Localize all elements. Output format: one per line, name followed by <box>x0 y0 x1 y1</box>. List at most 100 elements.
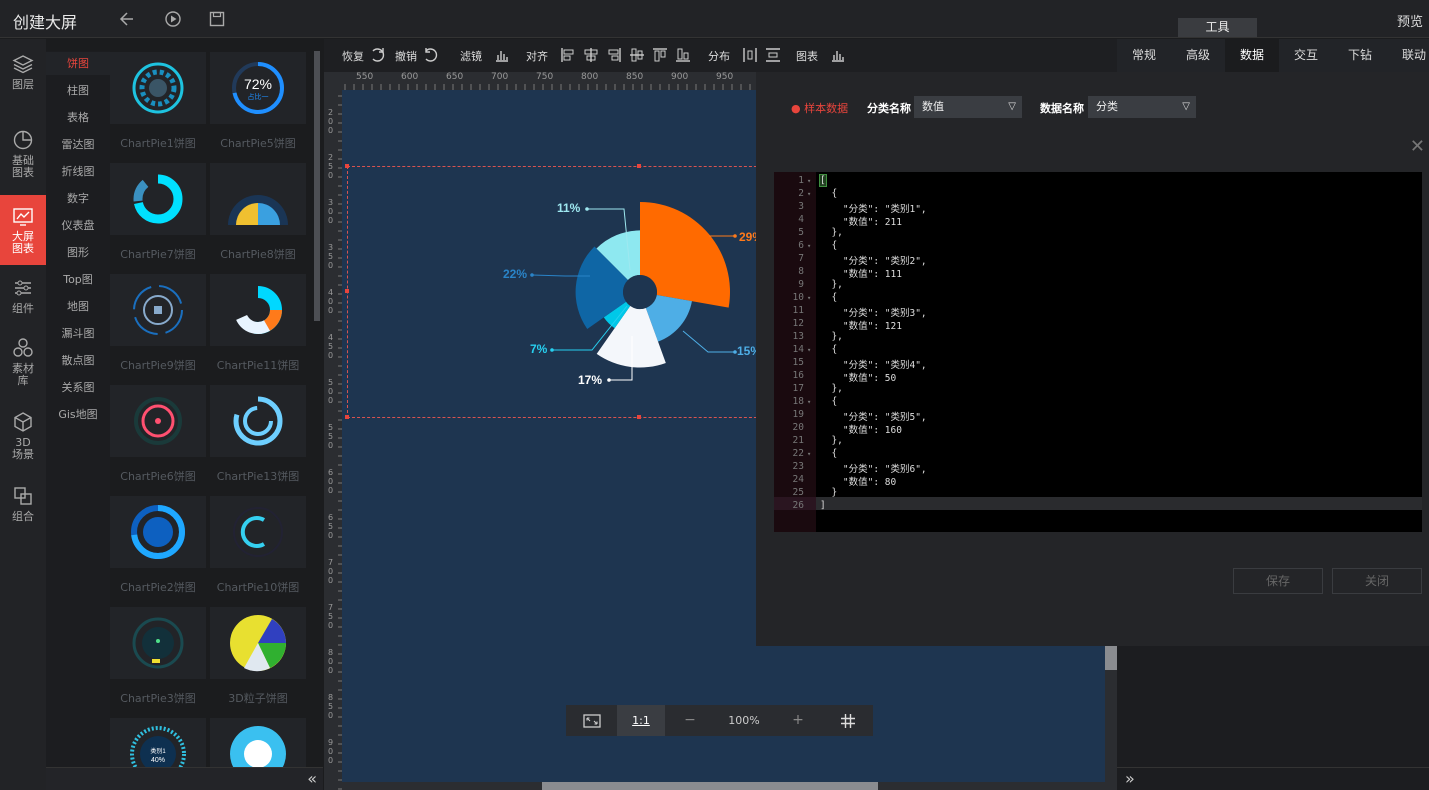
thumbnail-label[interactable]: ChartPie13饼图 <box>210 468 306 484</box>
chart-thumbnail[interactable] <box>210 274 306 346</box>
expand-right-icon[interactable]: » <box>1125 769 1135 788</box>
rose-pie-chart[interactable]: 11%22%7%17%15%29% <box>347 166 767 418</box>
scrollbar-knob[interactable] <box>314 51 320 321</box>
category-item[interactable]: 关系图 <box>46 376 110 399</box>
canvas-h-scrollbar[interactable] <box>342 782 1117 790</box>
align-top-icon[interactable] <box>652 47 668 63</box>
nav-3d-scene[interactable]: 3D 场景 <box>0 411 46 467</box>
chart-thumbnail[interactable] <box>210 163 306 235</box>
filter-button[interactable]: 滤镜 <box>460 48 482 64</box>
json-editor[interactable]: 1 ▾[2 ▾ {3 "分类": "类别1", 4 "数值": 211 5 }, 6 ▾ {… <box>774 172 1422 532</box>
grid-toggle-button[interactable] <box>823 705 873 736</box>
nav-material[interactable]: 素材库 <box>0 337 46 393</box>
thumbnail-label[interactable]: ChartPie3饼图 <box>110 690 206 706</box>
nav-components[interactable]: 组件 <box>0 277 46 321</box>
actual-size-button[interactable]: 1:1 <box>617 705 665 736</box>
chart-thumbnail[interactable] <box>110 496 206 568</box>
scrollbar-knob[interactable] <box>542 782 878 790</box>
thumbnail-label[interactable]: ChartPie11饼图 <box>210 357 306 373</box>
thumbnail-label[interactable]: ChartPie9饼图 <box>110 357 206 373</box>
property-tab[interactable]: 下钻 <box>1333 39 1387 72</box>
fold-arrow-icon[interactable]: ▾ <box>807 190 811 198</box>
property-tab[interactable]: 交互 <box>1279 39 1333 72</box>
category-name-select[interactable]: 数值 ▽ <box>914 96 1022 118</box>
chart-thumbnail[interactable]: 72% 占比一 <box>210 52 306 124</box>
category-item[interactable]: 雷达图 <box>46 133 110 156</box>
thumbnails-scrollbar[interactable] <box>312 51 322 767</box>
tools-tab[interactable]: 工具 <box>1178 18 1257 37</box>
thumbnail-label[interactable]: 3D粒子饼图 <box>210 690 306 706</box>
distribute-button[interactable]: 分布 <box>708 48 730 64</box>
fold-arrow-icon[interactable]: ▾ <box>807 294 811 302</box>
scrollbar-knob[interactable] <box>1105 646 1117 670</box>
fold-arrow-icon[interactable]: ▾ <box>807 398 811 406</box>
distribute-v-icon[interactable] <box>765 47 781 63</box>
align-button[interactable]: 对齐 <box>526 48 548 64</box>
data-name-select[interactable]: 分类 ▽ <box>1088 96 1196 118</box>
distribute-h-icon[interactable] <box>742 47 758 63</box>
thumbnail-label[interactable]: ChartPie7饼图 <box>110 246 206 262</box>
fold-arrow-icon[interactable]: ▾ <box>807 346 811 354</box>
category-item[interactable]: 仪表盘 <box>46 214 110 237</box>
thumbnail-label[interactable]: ChartPie1饼图 <box>110 135 206 151</box>
back-icon[interactable] <box>118 10 136 28</box>
property-tab[interactable]: 联动 <box>1387 39 1429 72</box>
nav-basic-chart[interactable]: 基础 图表 <box>0 129 46 181</box>
chart-thumbnail[interactable] <box>110 163 206 235</box>
category-item[interactable]: 折线图 <box>46 160 110 183</box>
collapse-left-icon[interactable]: « <box>307 769 317 788</box>
chart-button[interactable]: 图表 <box>796 48 818 64</box>
thumbnail-label[interactable]: ChartPie5饼图 <box>210 135 306 151</box>
property-tab[interactable]: 常规 <box>1117 39 1171 72</box>
zoom-in-button[interactable]: + <box>773 705 823 736</box>
category-item[interactable]: 饼图 <box>46 52 110 75</box>
save-button[interactable]: 保存 <box>1233 568 1323 594</box>
nav-layers[interactable]: 图层 <box>0 53 46 99</box>
align-left-icon[interactable] <box>560 47 576 63</box>
zoom-out-button[interactable]: − <box>665 705 715 736</box>
property-tab[interactable]: 高级 <box>1171 39 1225 72</box>
align-center-icon[interactable] <box>583 47 599 63</box>
nav-screen-chart[interactable]: 大屏 图表 <box>0 195 46 265</box>
chart-thumbnail[interactable] <box>210 385 306 457</box>
redo-button[interactable]: 恢复 <box>342 48 364 64</box>
fit-screen-button[interactable] <box>566 705 617 736</box>
category-item[interactable]: 数字 <box>46 187 110 210</box>
align-bottom-icon[interactable] <box>675 47 691 63</box>
fold-arrow-icon[interactable]: ▾ <box>807 450 811 458</box>
undo-button[interactable]: 撤销 <box>395 48 417 64</box>
chart-icon[interactable] <box>830 47 846 63</box>
nav-group[interactable]: 组合 <box>0 485 46 531</box>
fold-arrow-icon[interactable]: ▾ <box>807 177 811 185</box>
category-item[interactable]: 地图 <box>46 295 110 318</box>
redo-icon[interactable] <box>370 47 386 63</box>
category-item[interactable]: 图形 <box>46 241 110 264</box>
fold-arrow-icon[interactable]: ▾ <box>807 242 811 250</box>
category-item[interactable]: 散点图 <box>46 349 110 372</box>
chart-thumbnail[interactable]: 类别1 40% <box>110 718 206 767</box>
category-item[interactable]: 柱图 <box>46 79 110 102</box>
chart-thumbnail[interactable] <box>110 52 206 124</box>
category-item[interactable]: 表格 <box>46 106 110 129</box>
category-item[interactable]: 漏斗图 <box>46 322 110 345</box>
thumbnail-label[interactable]: ChartPie2饼图 <box>110 579 206 595</box>
category-item[interactable]: Top图 <box>46 268 110 291</box>
close-button[interactable]: 关闭 <box>1332 568 1422 594</box>
chart-thumbnail[interactable] <box>210 496 306 568</box>
thumbnail-label[interactable]: ChartPie6饼图 <box>110 468 206 484</box>
property-tab[interactable]: 数据 <box>1225 39 1279 72</box>
chart-thumbnail[interactable] <box>210 718 306 767</box>
category-item[interactable]: Gis地图 <box>46 403 110 426</box>
align-middle-icon[interactable] <box>629 47 645 63</box>
chart-thumbnail[interactable] <box>110 607 206 679</box>
preview-button[interactable]: 预览 <box>1397 11 1423 30</box>
bar-chart-icon[interactable] <box>494 47 510 63</box>
thumbnail-label[interactable]: ChartPie10饼图 <box>210 579 306 595</box>
save-icon[interactable] <box>208 10 226 28</box>
chart-thumbnail[interactable] <box>110 274 206 346</box>
play-icon[interactable] <box>164 10 182 28</box>
chart-thumbnail[interactable] <box>210 607 306 679</box>
close-icon[interactable]: ✕ <box>1410 136 1425 157</box>
chart-thumbnail[interactable] <box>110 385 206 457</box>
undo-icon[interactable] <box>423 47 439 63</box>
